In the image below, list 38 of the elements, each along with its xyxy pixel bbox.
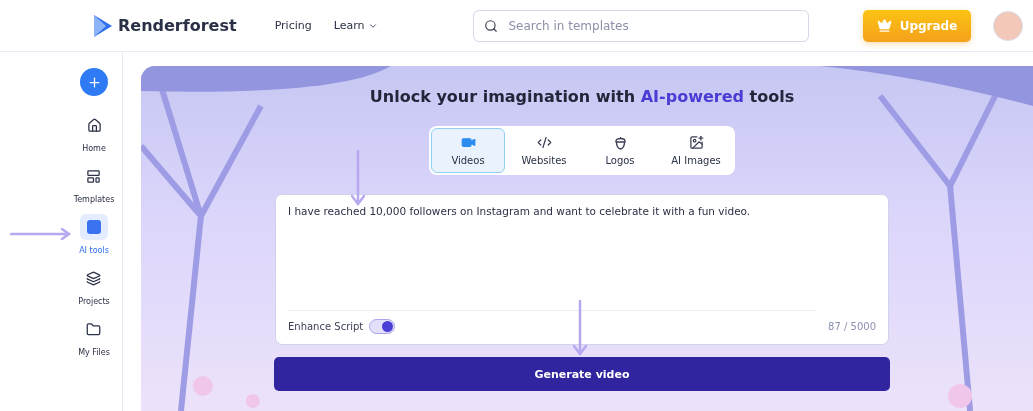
add-button[interactable] — [80, 68, 108, 96]
annotation-arrow — [10, 228, 72, 240]
layout-icon — [86, 168, 102, 184]
ai-icon — [87, 220, 101, 234]
character-counter: 87 / 5000 — [828, 321, 876, 332]
enhance-toggle[interactable] — [369, 319, 396, 334]
flower-drawing — [948, 384, 973, 408]
home-icon — [86, 117, 102, 133]
brand-name: Renderforest — [118, 16, 237, 35]
annotation-arrow — [351, 150, 365, 206]
code-icon — [536, 135, 552, 150]
plus-icon — [86, 74, 102, 90]
image-icon — [688, 135, 704, 150]
tab[interactable]: Logos — [583, 128, 657, 173]
layers-icon — [86, 270, 102, 286]
enhance-label: Enhance Script — [288, 321, 364, 332]
prompt-input[interactable]: I have reached 10,000 followers on Instagram and want to celebrate it with a fun video. — [288, 205, 816, 311]
sidebar-item[interactable]: My Files — [78, 316, 110, 359]
generate-button[interactable]: Generate video — [274, 357, 890, 391]
crown-icon — [876, 18, 892, 33]
nav-link[interactable]: Pricing — [274, 19, 312, 32]
search-icon — [484, 18, 499, 33]
acorn-icon — [613, 135, 627, 150]
video-camera-icon — [460, 135, 476, 150]
tab[interactable]: Videos — [431, 128, 505, 173]
sidebar-item[interactable]: Templates — [73, 163, 115, 206]
logo-icon — [92, 12, 114, 39]
tab[interactable]: Websites — [507, 128, 581, 173]
sidebar-item[interactable]: Home — [80, 112, 108, 155]
hero-title: Unlock your imagination with AI-powered tools — [369, 87, 795, 106]
annotation-arrow — [573, 300, 587, 356]
sidebar-item[interactable]: Projects — [78, 265, 110, 308]
tab[interactable]: AI Images — [659, 128, 733, 173]
flowers-drawing — [192, 376, 260, 408]
folder-icon — [86, 321, 102, 337]
search-field[interactable]: Search in templates — [473, 9, 810, 42]
prompt-field[interactable]: I have reached 10,000 followers on Instagram and want to celebrate it with a fun video. Enhance Script 87 / 5000 — [275, 194, 889, 345]
nav-link[interactable]: Learn — [333, 19, 379, 32]
